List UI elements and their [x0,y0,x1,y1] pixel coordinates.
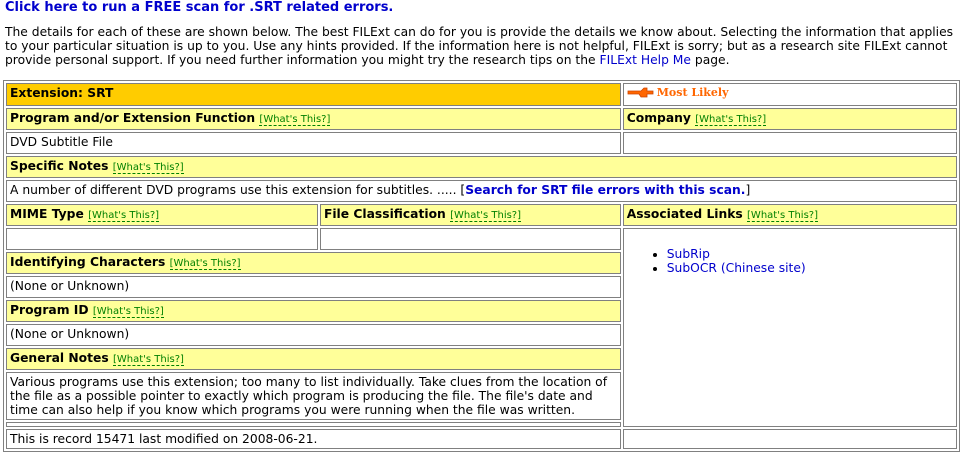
general-notes-value: Various programs use this extension; too… [6,372,621,420]
whats-this-company[interactable]: [What's This?] [695,114,767,126]
associated-links-label: Associated Links [626,207,743,221]
mime-label: MIME Type [10,207,84,221]
intro-suffix: page. [694,53,730,67]
spacer-cell [6,422,621,427]
program-value: DVD Subtitle File [6,132,621,154]
classification-value [319,228,621,250]
identifying-header: Identifying Characters [What's This?] [6,252,621,274]
most-likely-cell: Most Likely [622,83,957,106]
classification-header: File Classification [What's This?] [319,204,621,226]
program-id-value: (None or Unknown) [6,324,621,346]
intro-paragraph: The details for each of these are shown … [5,25,955,67]
program-id-header: Program ID [What's This?] [6,300,621,322]
subrip-link[interactable]: SubRip [667,247,710,261]
extension-label: Extension: SRT [10,86,114,100]
general-notes-label: General Notes [10,351,109,365]
program-header: Program and/or Extension Function [What'… [6,108,621,130]
most-likely-label: Most Likely [656,86,729,99]
most-likely-badge: Most Likely [627,86,729,99]
whats-this-general-notes[interactable]: [What's This?] [112,354,184,366]
company-header: Company [What's This?] [622,108,957,130]
mime-header: MIME Type [What's This?] [6,204,318,226]
specific-notes-label: Specific Notes [10,159,109,173]
associated-links-header: Associated Links [What's This?] [622,204,957,226]
associated-links-list: SubRip SubOCR (Chinese site) [622,228,957,427]
company-label: Company [626,111,691,125]
classification-label: File Classification [323,207,446,221]
subocr-link[interactable]: SubOCR (Chinese site) [667,261,806,275]
general-notes-header: General Notes [What's This?] [6,348,621,370]
whats-this-program[interactable]: [What's This?] [259,114,331,126]
identifying-label: Identifying Characters [10,255,166,269]
search-srt-errors-link[interactable]: Search for SRT file errors with this sca… [465,183,745,197]
specific-notes-header: Specific Notes [What's This?] [6,156,957,178]
whats-this-identifying[interactable]: [What's This?] [169,258,241,270]
help-me-link[interactable]: FILExt Help Me [600,53,691,67]
footer-empty-cell [622,429,957,449]
whats-this-classification[interactable]: [What's This?] [450,210,522,222]
extension-header: Extension: SRT [6,83,621,106]
specific-notes-value: A number of different DVD programs use t… [6,180,957,202]
whats-this-program-id[interactable]: [What's This?] [92,306,164,318]
mime-value [6,228,318,250]
hand-pointer-icon [627,87,654,98]
program-label: Program and/or Extension Function [10,111,256,125]
whats-this-associated-links[interactable]: [What's This?] [747,210,818,222]
whats-this-mime[interactable]: [What's This?] [88,210,160,222]
list-item: SubRip [667,247,953,261]
list-item: SubOCR (Chinese site) [667,261,953,275]
program-id-label: Program ID [10,303,89,317]
identifying-value: (None or Unknown) [6,276,621,298]
file-details-table: Extension: SRT Most Likely Program and/o… [3,80,960,452]
intro-text: The details for each of these are shown … [5,25,954,67]
record-footer: This is record 15471 last modified on 20… [6,429,621,449]
free-scan-link[interactable]: Click here to run a FREE scan for .SRT r… [5,0,393,15]
whats-this-specific-notes[interactable]: [What's This?] [112,162,184,174]
company-value [622,132,957,154]
specific-notes-text: A number of different DVD programs use t… [10,183,457,197]
